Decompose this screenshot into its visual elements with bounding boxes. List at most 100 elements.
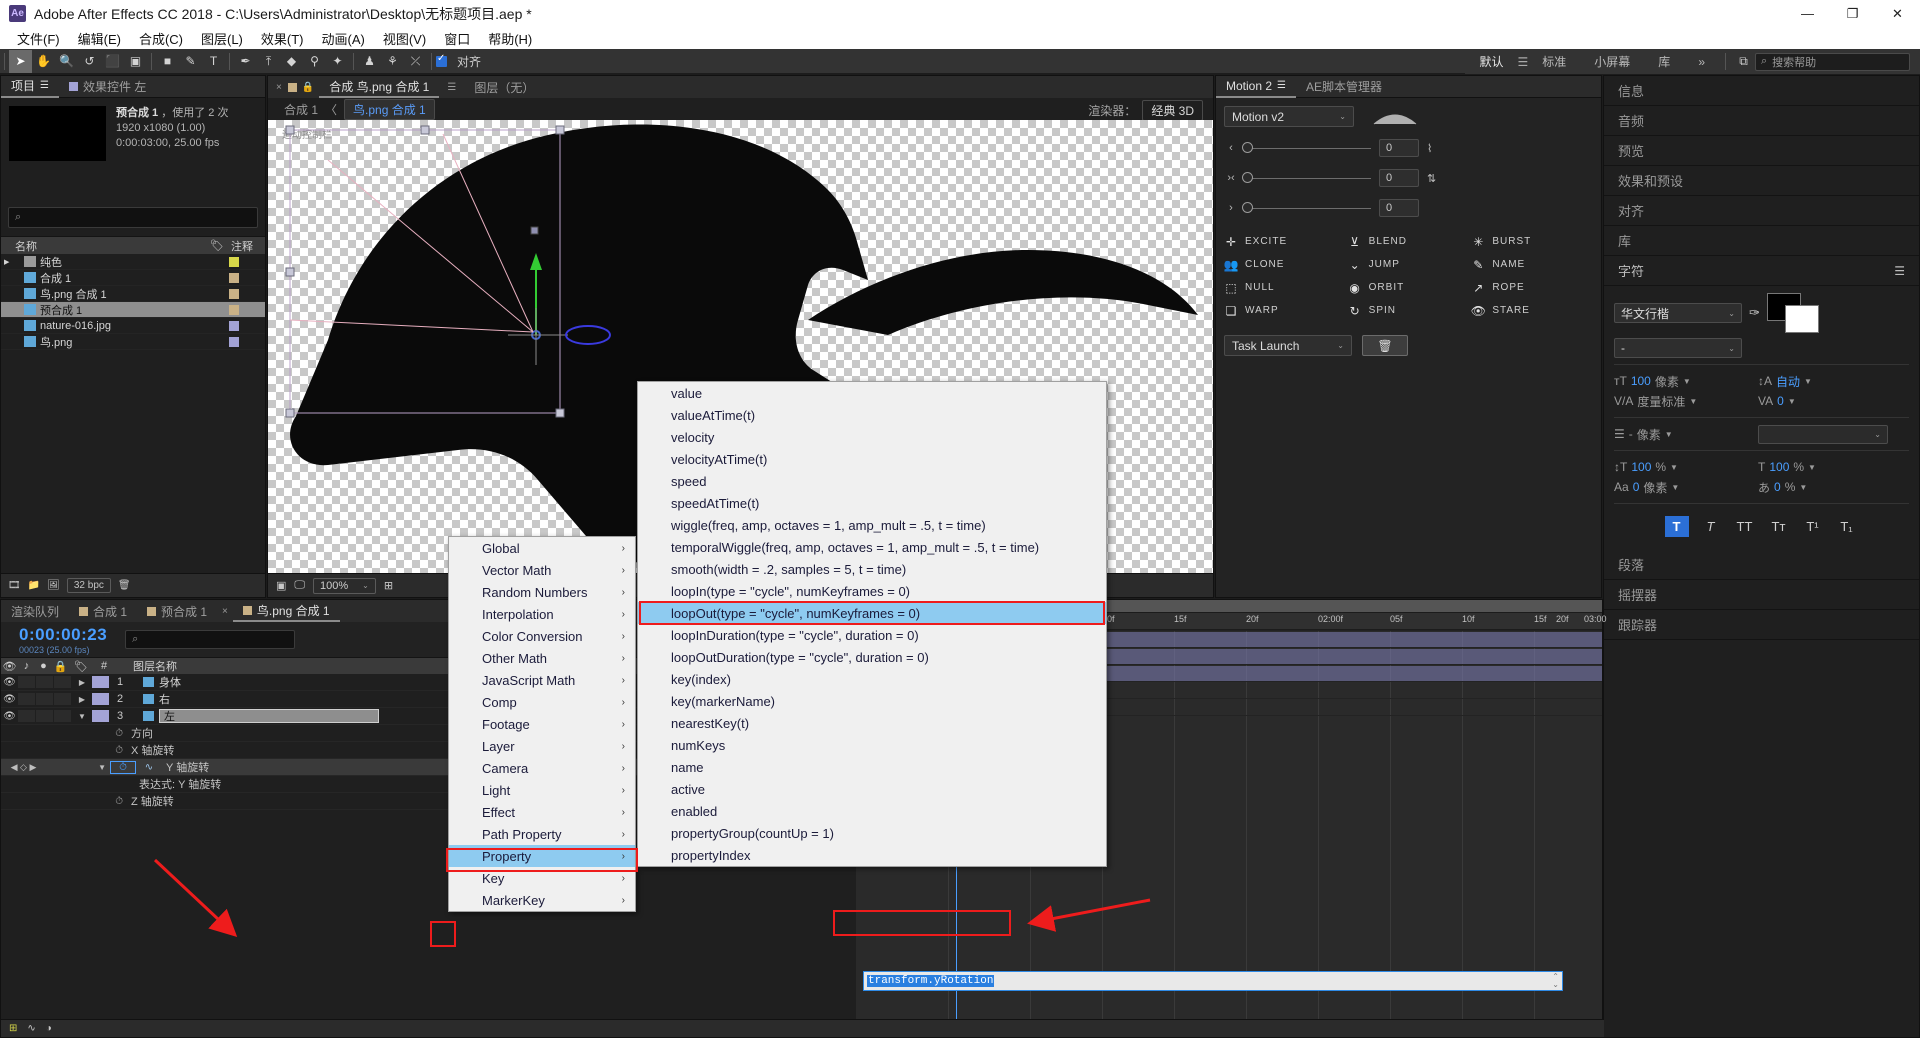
lock-icon[interactable]: 🔒 xyxy=(302,82,314,93)
stopwatch-icon[interactable]: ⏱ xyxy=(1,796,131,807)
expression-spinner-icon[interactable]: ⌃ ⌄ xyxy=(1552,973,1559,989)
warp-button[interactable]: ❏ WARP xyxy=(1224,302,1346,319)
menu-item-markerkey[interactable]: MarkerKey › xyxy=(449,889,635,911)
expander-icon[interactable]: ▼ xyxy=(72,712,92,721)
panel-effects-presets[interactable]: 效果和预设 xyxy=(1604,166,1919,196)
character-panel-menu-icon[interactable]: ☰ xyxy=(1894,264,1905,278)
menu-composition[interactable]: 合成(C) xyxy=(130,27,192,50)
horizontal-scale-field[interactable]: T 100 % ▼ xyxy=(1758,457,1898,477)
stopwatch-icon[interactable]: ⏱ xyxy=(1,745,131,756)
submenu-item-propertygroup[interactable]: propertyGroup(countUp = 1) xyxy=(638,822,1106,844)
tab-project[interactable]: 项目 ☰ xyxy=(1,76,59,98)
new-footage-icon[interactable]: 🖼 xyxy=(47,580,60,591)
submenu-item-temporalwiggle[interactable]: temporalWiggle(freq, amp, octaves = 1, a… xyxy=(638,536,1106,558)
panel-paragraph[interactable]: 段落 xyxy=(1604,550,1919,580)
workspace-overflow-button[interactable]: » xyxy=(1684,55,1719,69)
project-panel-menu-icon[interactable]: ☰ xyxy=(40,80,49,91)
menu-file[interactable]: 文件(F) xyxy=(8,27,69,50)
zoom-level-select[interactable]: 100% ⌄ xyxy=(313,577,376,594)
pen-tool-icon[interactable]: ✎ xyxy=(179,50,202,73)
workspace-default[interactable]: 默认 xyxy=(1465,53,1517,70)
timeline-search-input[interactable]: ⌕ xyxy=(125,630,296,649)
menu-item-other-math[interactable]: Other Math › xyxy=(449,647,635,669)
ease-in-slider[interactable] xyxy=(1242,141,1371,153)
video-toggle-icon[interactable]: 👁 xyxy=(1,711,18,722)
composition-panel-menu-icon[interactable]: ☰ xyxy=(439,82,464,93)
menu-effect[interactable]: 效果(T) xyxy=(252,27,313,50)
label-color-swatch[interactable] xyxy=(229,304,239,315)
kerning-field[interactable]: V/A 度量标准 ▼ xyxy=(1614,391,1754,411)
expression-input[interactable]: transform.yRotation ⌃ ⌄ xyxy=(863,971,1563,991)
video-toggle-icon[interactable]: 👁 xyxy=(1,677,18,688)
menu-item-global[interactable]: Global › xyxy=(449,537,635,559)
tab-comp1[interactable]: 合成 1 xyxy=(69,600,137,622)
solo-toggle[interactable] xyxy=(36,693,53,705)
column-name[interactable]: 名称 xyxy=(1,238,203,254)
audio-toggle[interactable] xyxy=(18,710,35,722)
audio-toggle[interactable] xyxy=(18,693,35,705)
help-search-input[interactable]: ⌕ 搜索帮助 xyxy=(1755,52,1910,71)
chevron-down-icon[interactable]: ▼ xyxy=(1683,377,1691,386)
rotation-tool-icon[interactable]: ↺ xyxy=(78,50,101,73)
superscript-button[interactable]: T¹ xyxy=(1801,516,1825,537)
submenu-item-enabled[interactable]: enabled xyxy=(638,800,1106,822)
align-toggle[interactable]: 对齐 xyxy=(436,53,487,70)
project-search-input[interactable]: ⌕ xyxy=(8,207,258,228)
renderer-value-button[interactable]: 经典 3D xyxy=(1142,100,1203,121)
jump-button[interactable]: ⌄ JUMP xyxy=(1348,256,1470,273)
video-toggle-icon[interactable]: 👁 xyxy=(1,694,18,705)
puppet-position-icon[interactable]: ♟ xyxy=(358,50,381,73)
submenu-item-velocity[interactable]: velocity xyxy=(638,426,1106,448)
menu-item-camera[interactable]: Camera › xyxy=(449,757,635,779)
clone-button[interactable]: 👥 CLONE xyxy=(1224,256,1346,273)
orbit-button[interactable]: ◉ ORBIT xyxy=(1348,279,1470,296)
hand-tool-icon[interactable]: ✋ xyxy=(32,50,55,73)
slider-knob[interactable] xyxy=(1242,141,1253,153)
italic-button[interactable]: T xyxy=(1699,516,1723,537)
column-tag-icon[interactable]: 🏷 xyxy=(203,239,231,252)
menu-animation[interactable]: 动画(A) xyxy=(313,27,374,50)
camera-tool-icon[interactable]: ⬛ xyxy=(101,50,124,73)
shape-tool-icon[interactable]: ■ xyxy=(156,50,179,73)
menu-edit[interactable]: 编辑(E) xyxy=(69,27,130,50)
label-color-swatch[interactable] xyxy=(92,693,109,705)
panel-wiggler[interactable]: 摇摆器 xyxy=(1604,580,1919,610)
stroke-color-swatch[interactable] xyxy=(1784,305,1819,333)
submenu-item-loopoutduration[interactable]: loopOutDuration(type = "cycle", duration… xyxy=(638,646,1106,668)
motion-version-select[interactable]: Motion v2 ⌄ xyxy=(1224,106,1354,127)
solo-toggle[interactable] xyxy=(36,710,53,722)
menu-item-key[interactable]: Key › xyxy=(449,867,635,889)
submenu-item-numkeys[interactable]: numKeys xyxy=(638,734,1106,756)
slider-knob[interactable] xyxy=(1242,171,1253,183)
list-item[interactable]: ▶ 纯色 xyxy=(1,254,265,270)
workspace-library[interactable]: 库 xyxy=(1644,53,1684,70)
roto-brush-tool-icon[interactable]: ⚲ xyxy=(303,50,326,73)
keyframe-nav[interactable]: ◀ ◇ ▶ xyxy=(1,762,46,773)
current-timecode[interactable]: 0:00:00:23 00023 (25.00 fps) xyxy=(1,625,107,655)
chevron-down-icon[interactable]: ▼ xyxy=(1670,463,1678,472)
type-tool-icon[interactable]: T xyxy=(202,50,225,73)
stroke-style-select[interactable]: ⌄ xyxy=(1758,424,1888,444)
submenu-item-propertyindex[interactable]: propertyIndex xyxy=(638,844,1106,866)
label-color-swatch[interactable] xyxy=(229,272,239,283)
tracking-field[interactable]: VA 0 ▼ xyxy=(1758,391,1898,411)
chevron-down-icon[interactable]: ▼ xyxy=(1808,463,1816,472)
selection-tool-icon[interactable]: ➤ xyxy=(9,49,32,73)
close-tab-icon[interactable]: × xyxy=(268,82,288,93)
all-caps-button[interactable]: TT xyxy=(1733,516,1757,537)
font-style-select[interactable]: - ⌄ xyxy=(1614,338,1742,358)
submenu-item-active[interactable]: active xyxy=(638,778,1106,800)
workspace-standard[interactable]: 标准 xyxy=(1528,53,1580,70)
submenu-item-name[interactable]: name xyxy=(638,756,1106,778)
ease-out-value[interactable]: 0 xyxy=(1379,199,1419,217)
stroke-width-field[interactable]: ☰ - 像素 ▼ xyxy=(1614,424,1754,444)
task-launch-select[interactable]: Task Launch ⌄ xyxy=(1224,335,1352,356)
grid-guides-icon[interactable]: ⊞ xyxy=(384,579,393,592)
tsume-field[interactable]: あ 0 % ▼ xyxy=(1758,477,1898,497)
menu-item-light[interactable]: Light › xyxy=(449,779,635,801)
list-item[interactable]: 预合成 1 xyxy=(1,302,265,318)
panel-info[interactable]: 信息 xyxy=(1604,76,1919,106)
list-item[interactable]: 合成 1 xyxy=(1,270,265,286)
puppet-starch-icon[interactable]: ⚘ xyxy=(381,50,404,73)
menu-item-interpolation[interactable]: Interpolation › xyxy=(449,603,635,625)
